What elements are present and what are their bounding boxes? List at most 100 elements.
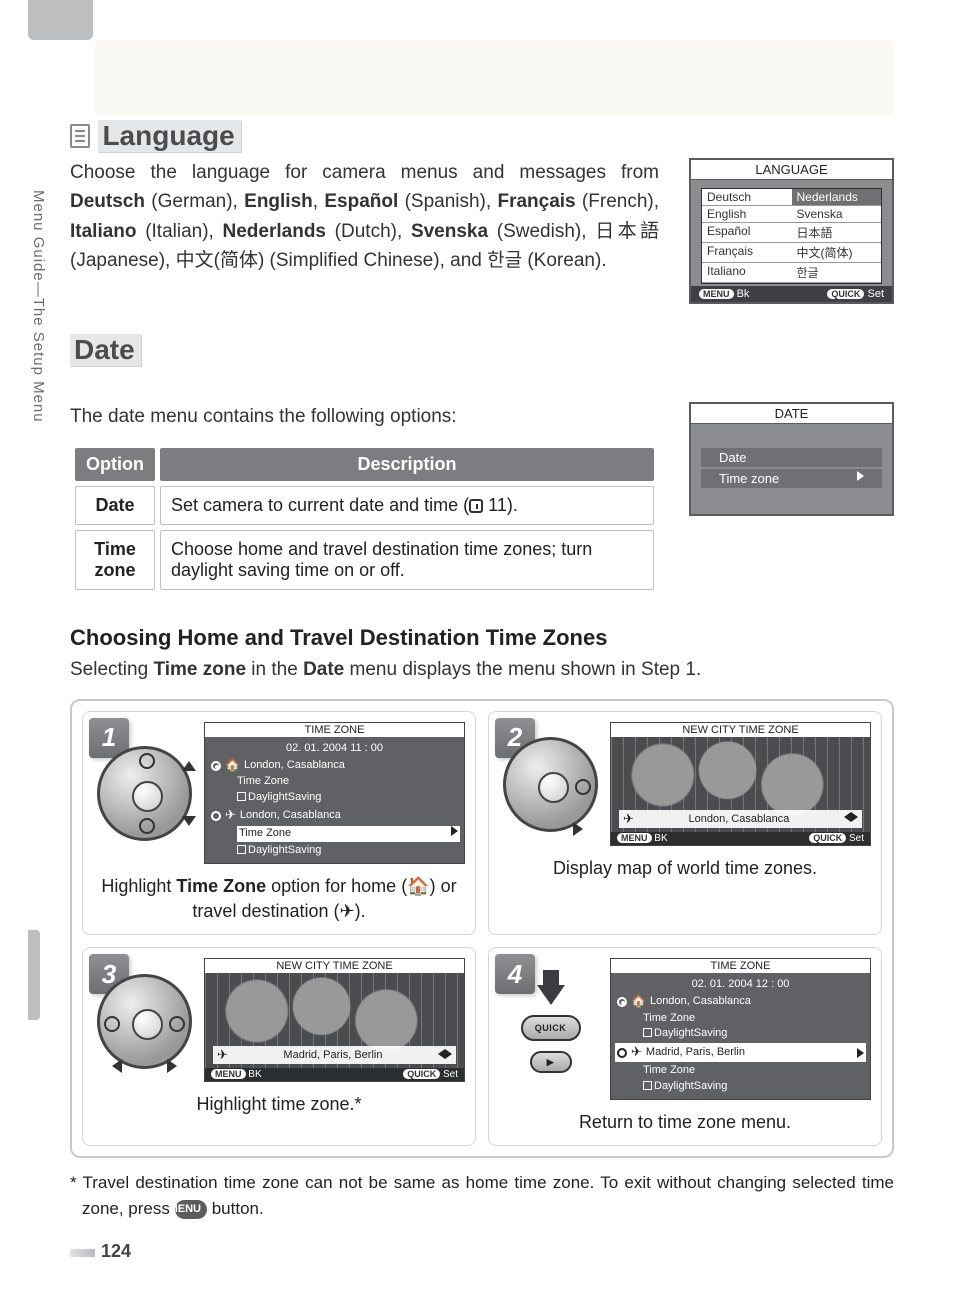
lang-svenska: Svenska — [411, 221, 488, 242]
lcd-title: TIME ZONE — [611, 959, 870, 973]
chevron-right-icon — [445, 1049, 452, 1059]
lcd-item: 한글 — [792, 263, 882, 283]
text: , — [313, 191, 325, 212]
opt-timezone: Time zone — [75, 530, 155, 590]
tz-heading: Choosing Home and Travel Destination Tim… — [70, 625, 894, 651]
side-chapter-label: Menu Guide—The Setup Menu — [30, 190, 47, 423]
radio-off-icon — [617, 1048, 627, 1058]
clock-icon — [469, 499, 483, 513]
down-arrow-icon — [537, 985, 565, 1005]
language-heading: Language — [98, 120, 240, 152]
side-tab-decor — [28, 930, 40, 1020]
quick-pill: QUICK — [827, 289, 864, 299]
step-1: 1 TIME ZONE 02. 01. 2004 11 : 00 🏠 Londo… — [82, 711, 476, 935]
lcd-item: Svenska — [792, 206, 882, 223]
lang-francais: Français — [497, 191, 575, 212]
menu-pill: MENU — [211, 1069, 246, 1079]
text: (Simplified Chinese), and — [264, 250, 487, 271]
step-3: 3 NEW CITY TIME ZONE ✈ Madrid, Paris, Be… — [82, 947, 476, 1146]
dpad-icon — [97, 746, 192, 841]
step-2: 2 NEW CITY TIME ZONE ✈ London, Casablanc… — [488, 711, 882, 935]
lang-italiano: Italiano — [70, 221, 137, 242]
language-lcd: LANGUAGE Deutsch Nederlands English Sven… — [689, 158, 894, 304]
lcd-item: Deutsch — [702, 189, 792, 206]
home-icon: 🏠 — [631, 993, 646, 1010]
text: (Japanese), — [70, 250, 176, 271]
text: (Korean). — [522, 250, 606, 271]
step1-lcd: TIME ZONE 02. 01. 2004 11 : 00 🏠 London,… — [204, 722, 465, 864]
date-heading: Date — [70, 334, 141, 366]
dpad-icon — [97, 974, 192, 1069]
world-map: ✈ London, Casablanca — [611, 737, 870, 832]
menu-button-pill: MENU — [175, 1200, 207, 1219]
chevron-right-icon — [851, 812, 858, 822]
lcd-timezone-item: Time zone — [701, 469, 882, 488]
text: (Swedish), — [488, 221, 595, 242]
text: (Italian), — [137, 221, 223, 242]
dpad-left-circle — [104, 1016, 120, 1032]
step-4: 4 QUICK ▶ TIME ZONE 02. 01. 2004 12 : 00… — [488, 947, 882, 1146]
step3-caption: Highlight time zone.* — [93, 1092, 465, 1117]
text: (French), — [576, 191, 659, 212]
desc-date: Set camera to current date and time ( 11… — [160, 486, 654, 525]
lcd-title: NEW CITY TIME ZONE — [205, 959, 464, 973]
date-lcd: DATE Date Time zone — [689, 402, 894, 516]
chevron-left-icon — [438, 1049, 445, 1059]
city-label: London, Casablanca — [688, 813, 789, 825]
plane-icon: ✈ — [217, 1047, 228, 1063]
text: Choose the language for camera menus and… — [70, 162, 659, 183]
step2-lcd: NEW CITY TIME ZONE ✈ London, Casablanca … — [610, 722, 871, 846]
text: (Spanish), — [398, 191, 497, 212]
chevron-right-icon — [857, 471, 864, 481]
steps-container: 1 TIME ZONE 02. 01. 2004 11 : 00 🏠 Londo… — [70, 699, 894, 1158]
footnote: * Travel destination time zone can not b… — [70, 1170, 894, 1221]
dpad-right-circle — [575, 779, 591, 795]
lcd-item: Français — [702, 243, 792, 263]
date-intro: The date menu contains the following opt… — [70, 402, 659, 431]
step1-caption: Highlight Time Zone option for home (🏠) … — [93, 874, 465, 924]
tab-corner-decor — [28, 0, 93, 40]
radio-on-icon — [211, 761, 221, 771]
desc-timezone: Choose home and travel destination time … — [160, 530, 654, 590]
menu-pill: MENU — [699, 289, 734, 299]
radio-on-icon — [617, 997, 627, 1007]
lcd-date-item: Date — [701, 448, 882, 467]
checkbox-icon — [643, 1081, 652, 1090]
lcd-item: Italiano — [702, 263, 792, 283]
dpad-up-circle — [139, 753, 155, 769]
quick-button-group: QUICK ▶ — [503, 982, 598, 1077]
th-description: Description — [160, 448, 654, 481]
dpad-down-circle — [139, 818, 155, 834]
home-icon: 🏠 — [225, 757, 240, 774]
lang-korean: 한글 — [487, 250, 522, 271]
lang-japanese: 日本語 — [595, 221, 659, 242]
plane-icon: ✈ — [225, 806, 236, 825]
header-strip — [95, 40, 894, 115]
chevron-right-icon — [857, 1048, 864, 1058]
plane-icon: ✈ — [631, 1043, 642, 1062]
quick-pill: QUICK — [809, 833, 846, 843]
step4-caption: Return to time zone menu. — [499, 1110, 871, 1135]
checkbox-icon — [643, 1028, 652, 1037]
lcd-item: 中文(简体) — [792, 243, 882, 263]
lcd-title: DATE — [691, 404, 892, 424]
date-options-table: Option Description Date Set camera to cu… — [70, 443, 659, 595]
lcd-item: 日本語 — [792, 223, 882, 243]
lcd-item-selected: Nederlands — [792, 189, 882, 206]
chevron-left-icon — [844, 812, 851, 822]
lang-nederlands: Nederlands — [223, 221, 326, 242]
page-number: 124 — [70, 1241, 894, 1262]
lcd-title: NEW CITY TIME ZONE — [611, 723, 870, 737]
dpad-right-circle — [169, 1016, 185, 1032]
step3-lcd: NEW CITY TIME ZONE ✈ Madrid, Paris, Berl… — [204, 958, 465, 1082]
tz-intro: Selecting Time zone in the Date menu dis… — [70, 655, 894, 684]
opt-date: Date — [75, 486, 155, 525]
city-label: Madrid, Paris, Berlin — [283, 1049, 382, 1061]
checkbox-icon — [237, 792, 246, 801]
text: (German), — [145, 191, 244, 212]
lcd-footer: MENU Bk QUICK Set — [691, 286, 892, 302]
menu-pill: MENU — [617, 833, 652, 843]
lcd-item: English — [702, 206, 792, 223]
plane-icon: ✈ — [623, 811, 634, 827]
checkbox-icon — [237, 845, 246, 854]
